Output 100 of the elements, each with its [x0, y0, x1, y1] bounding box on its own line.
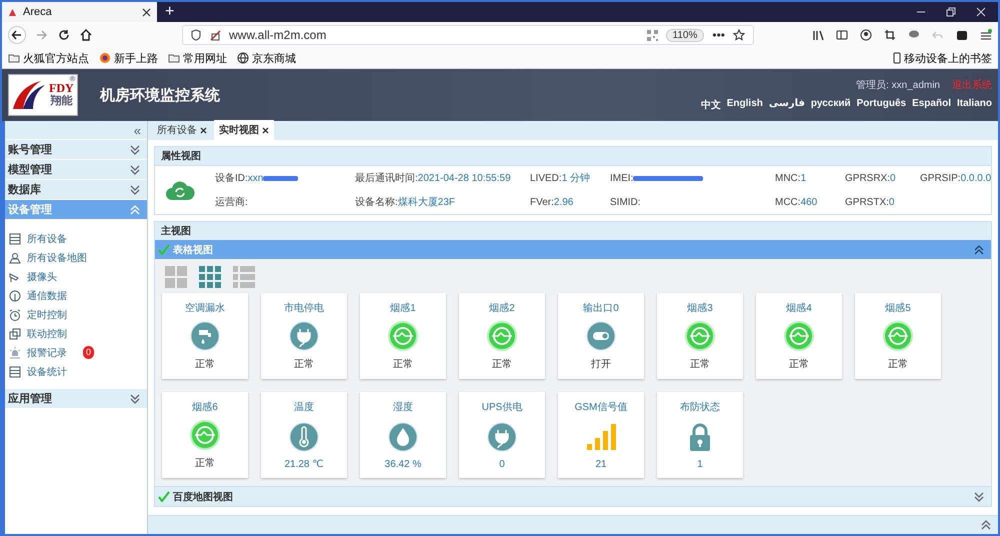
- menu-item[interactable]: 定时控制: [9, 308, 143, 321]
- language-link[interactable]: 中文: [700, 98, 721, 112]
- language-link[interactable]: Português: [856, 98, 906, 112]
- property-field: GPRSRX:0: [845, 171, 920, 185]
- check-icon: [158, 491, 170, 502]
- library-icon[interactable]: [812, 29, 824, 41]
- language-link[interactable]: English: [726, 98, 763, 112]
- plug-icon: [289, 321, 319, 351]
- sensor-value: 正常: [294, 358, 314, 371]
- menu-item[interactable]: 报警记录 0: [9, 346, 143, 359]
- property-field: 设备ID:xxn: [215, 171, 355, 185]
- faucet-icon: [190, 321, 220, 351]
- antenna-icon: [9, 290, 21, 302]
- menu-group[interactable]: 数据库: [5, 179, 147, 199]
- menu-item[interactable]: 所有设备地图: [9, 251, 143, 264]
- property-field: SIMID:: [610, 195, 775, 209]
- property-field: MNC:1: [775, 171, 845, 185]
- bookmark[interactable]: 常用网址: [168, 50, 227, 66]
- sensor-value: 正常: [888, 358, 908, 371]
- language-link[interactable]: русский: [810, 98, 851, 112]
- account-icon[interactable]: [860, 29, 872, 41]
- menu-item[interactable]: 摄像头: [9, 270, 143, 283]
- menu-group[interactable]: 应用管理: [5, 388, 147, 408]
- collapse-icon[interactable]: [973, 242, 985, 256]
- sidebar-icon[interactable]: [836, 29, 848, 41]
- clock-icon: [9, 308, 21, 320]
- star-icon[interactable]: [733, 29, 745, 41]
- menu-group[interactable]: 模型管理: [5, 159, 147, 179]
- plug-icon: [487, 422, 517, 452]
- collapse-button[interactable]: «: [5, 121, 147, 139]
- expand-icon[interactable]: [129, 162, 141, 176]
- menu-group-label: 账号管理: [8, 142, 52, 157]
- menu-item[interactable]: 通信数据: [9, 289, 143, 302]
- language-link[interactable]: Español: [912, 98, 951, 112]
- language-link[interactable]: Italiano: [956, 98, 992, 112]
- property-field: 最后通讯时间:2021-04-28 10:55:59: [355, 171, 530, 185]
- sensor-value: 正常: [690, 358, 710, 371]
- sensor-name: 湿度: [393, 400, 413, 414]
- browser-tab[interactable]: Areca: [2, 2, 157, 22]
- sensor-name: 烟感2: [489, 302, 515, 315]
- sensor-value: 36.42 %: [384, 459, 422, 470]
- url-text: www.all-m2m.com: [229, 28, 328, 42]
- back-icon[interactable]: [8, 26, 26, 44]
- scroll-top-icon[interactable]: [980, 518, 992, 532]
- page-tab[interactable]: 实时视图: [214, 120, 274, 140]
- expand-icon[interactable]: [129, 142, 141, 156]
- more-button[interactable]: •••: [712, 28, 725, 42]
- bookmark[interactable]: 移动设备上的书签: [893, 50, 992, 66]
- panel-header[interactable]: 百度地图视图: [155, 486, 991, 506]
- zoom-level[interactable]: 110%: [666, 28, 704, 42]
- new-tab-button[interactable]: +: [157, 2, 182, 22]
- map-icon: [9, 252, 21, 264]
- smoke-sensor-icon: [883, 321, 913, 351]
- smoke-sensor-icon: [190, 420, 220, 450]
- bookmark[interactable]: 火狐官方站点: [8, 50, 89, 66]
- water-drop-icon: [388, 422, 418, 452]
- bookmark[interactable]: 京东商城: [237, 50, 296, 66]
- expand-icon[interactable]: [973, 490, 985, 504]
- sensor-value: 0: [499, 459, 505, 470]
- smoke-sensor-icon: [388, 321, 418, 351]
- globe-icon: [237, 52, 249, 64]
- restore-icon[interactable]: [946, 7, 956, 17]
- menu-item[interactable]: 设备统计: [9, 365, 143, 378]
- smoke-sensor-icon: [487, 321, 517, 351]
- property-field: MCC:460: [775, 195, 845, 209]
- shield-icon: [191, 29, 201, 41]
- sensor-value: 21.28 ℃: [284, 459, 324, 470]
- crop-icon[interactable]: [884, 29, 896, 41]
- insecure-lock-icon: [209, 29, 221, 41]
- menu-icon[interactable]: [980, 29, 992, 41]
- home-icon[interactable]: [80, 29, 92, 41]
- close-icon[interactable]: [262, 126, 269, 134]
- site-icon: [8, 8, 17, 16]
- property-field: GPRSTX:0: [845, 195, 920, 209]
- count-badge: 0: [83, 346, 94, 359]
- sensor-name: 输出口0: [583, 302, 619, 315]
- bookmark[interactable]: 新手上路: [99, 50, 158, 66]
- address-bar[interactable]: www.all-m2m.com 110% •••: [182, 25, 754, 45]
- smoke-sensor-icon: [685, 321, 715, 351]
- expand-icon[interactable]: [129, 392, 141, 406]
- qr-code-icon[interactable]: [646, 30, 658, 40]
- check-icon: [158, 244, 170, 255]
- system-title: 机房环境监控系统: [100, 86, 220, 104]
- sensor-value: 正常: [492, 358, 512, 371]
- menu-item[interactable]: 所有设备: [9, 232, 143, 245]
- expand-icon[interactable]: [129, 182, 141, 196]
- property-field: LIVED:1 分钟: [530, 171, 610, 185]
- grid-view-icon[interactable]: [199, 266, 221, 288]
- property-field: GPRSIP:0.0.0.0: [920, 171, 1000, 185]
- close-icon[interactable]: [200, 126, 207, 134]
- page-tab[interactable]: 所有设备: [152, 120, 212, 140]
- reload-icon[interactable]: [58, 29, 70, 41]
- menu-group-label: 模型管理: [8, 162, 52, 177]
- menu-item[interactable]: 联动控制: [9, 327, 143, 340]
- folder-icon: [8, 52, 20, 64]
- language-link[interactable]: فارسی: [768, 98, 805, 112]
- link-icon: [9, 328, 21, 340]
- close-icon[interactable]: [142, 8, 151, 16]
- redaction-mark: [633, 176, 704, 180]
- menu-group[interactable]: 账号管理: [5, 139, 147, 159]
